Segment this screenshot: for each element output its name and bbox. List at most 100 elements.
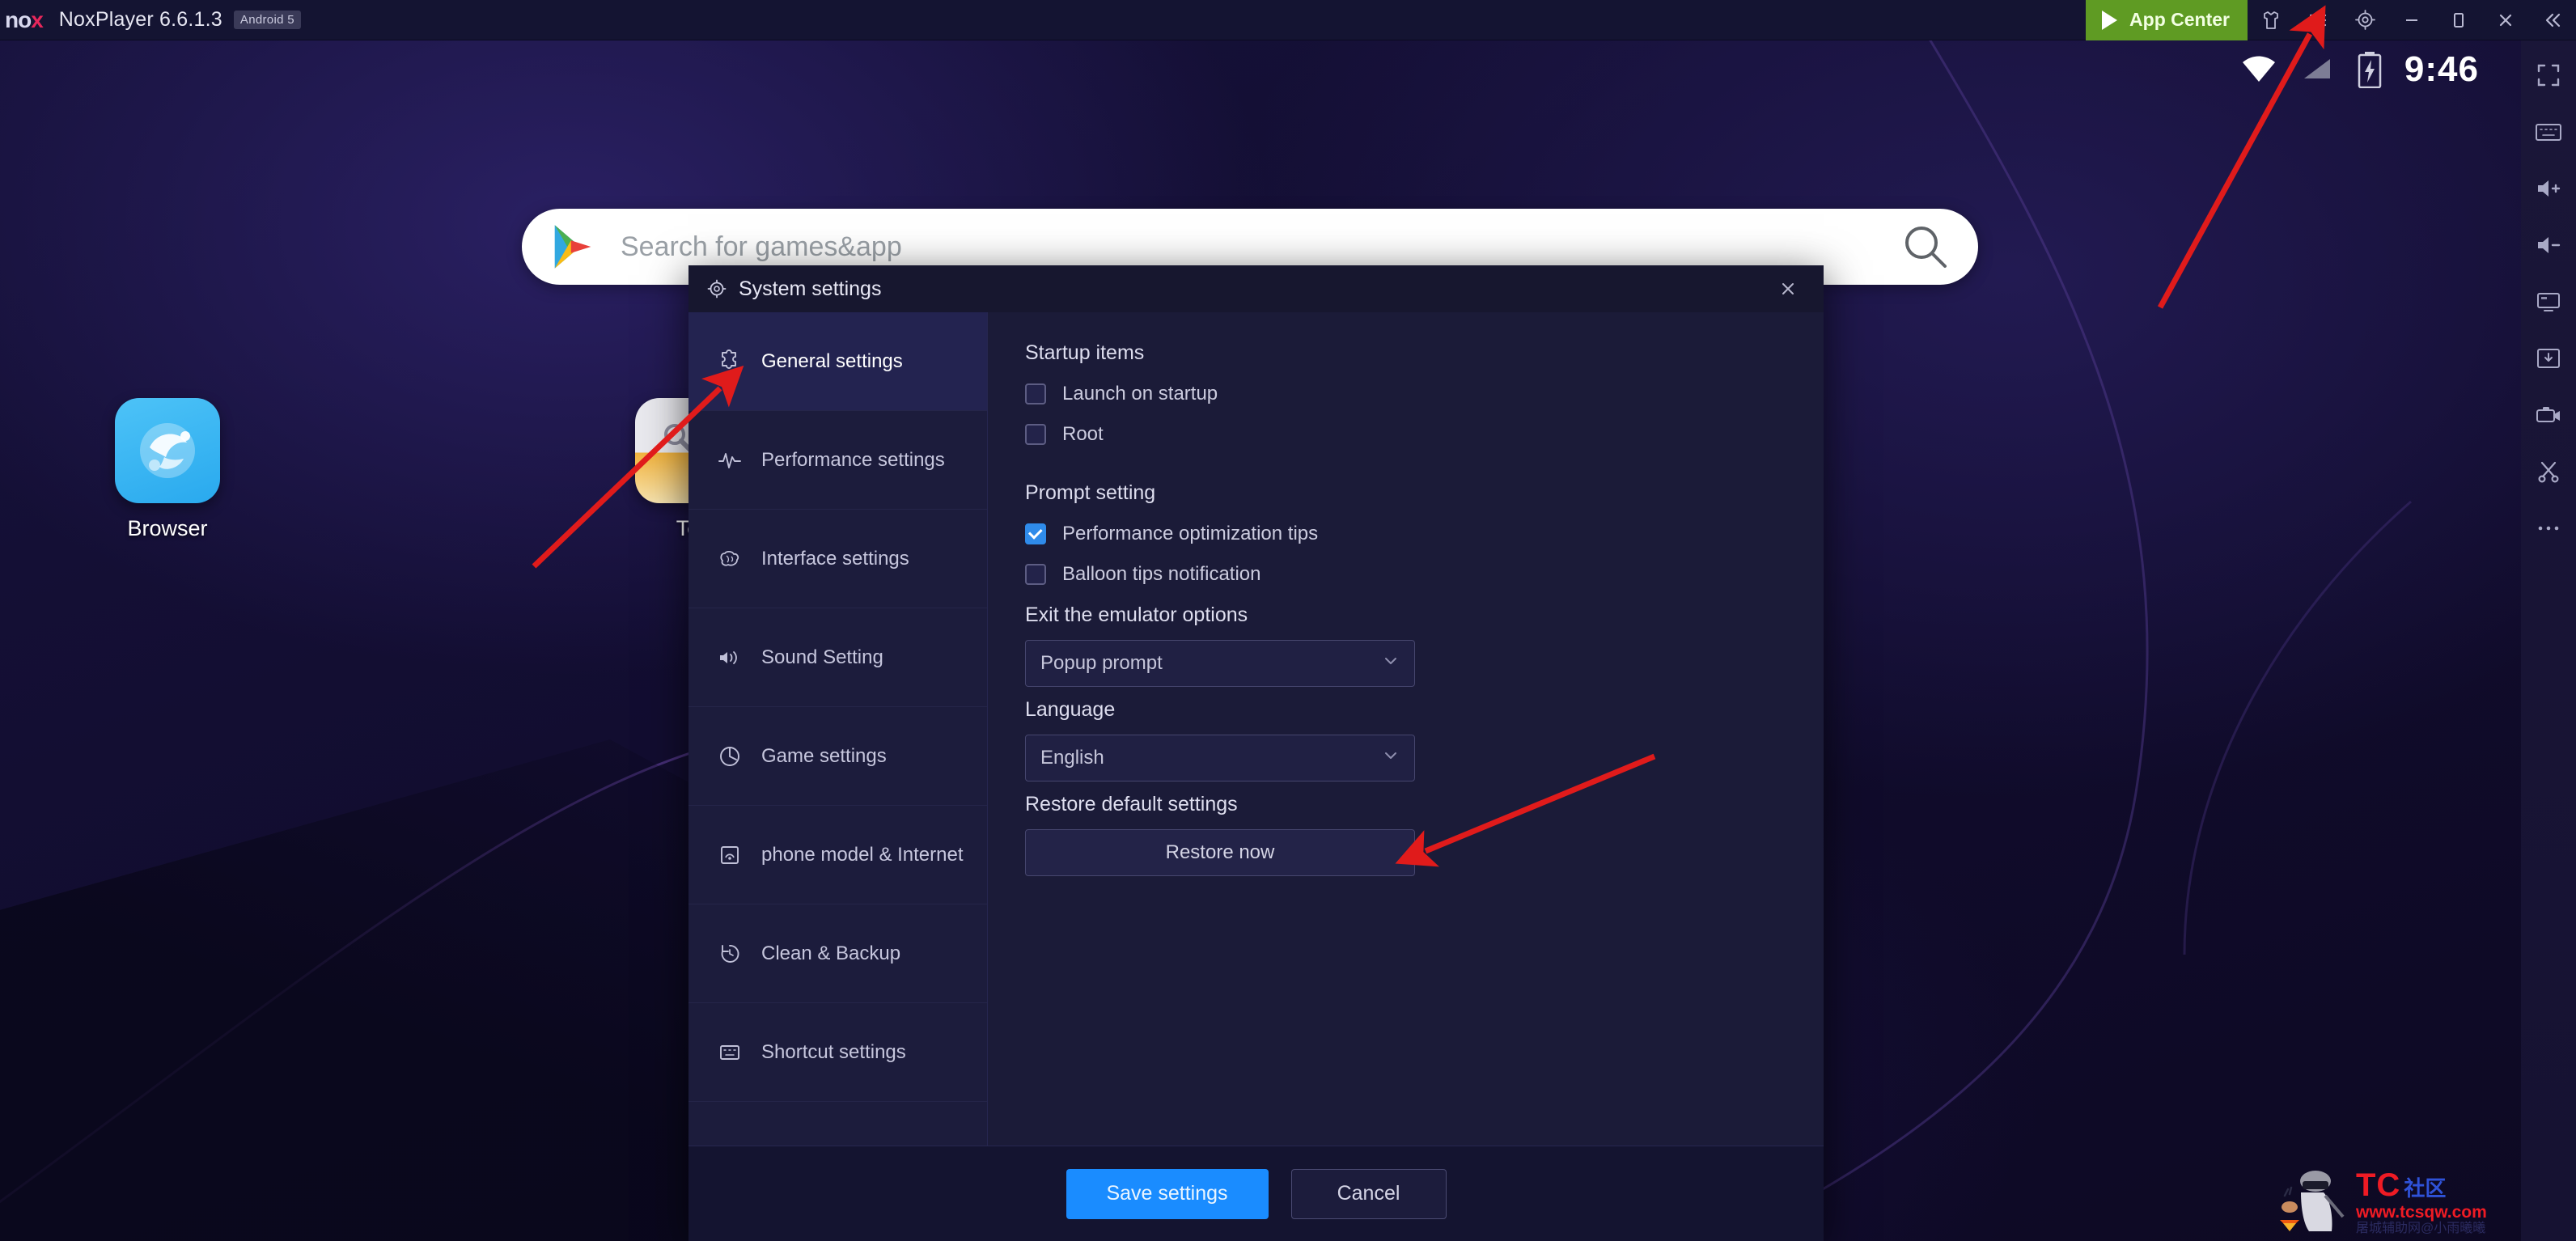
sound-wave-icon [716, 646, 744, 670]
menu-button[interactable] [2294, 0, 2341, 40]
video-record-icon[interactable] [2527, 396, 2570, 434]
volume-down-icon[interactable] [2527, 227, 2570, 264]
dialog-header: System settings [688, 265, 1824, 312]
fullscreen-icon[interactable] [2527, 57, 2570, 94]
sidebar-item-game-settings[interactable]: Game settings [688, 707, 987, 806]
close-icon [2499, 14, 2512, 26]
sidebar-item-label: Clean & Backup [761, 942, 901, 964]
system-settings-dialog: System settings General settings Perform… [688, 265, 1824, 1241]
keyboard-icon[interactable] [2527, 113, 2570, 150]
checkbox-label: Launch on startup [1062, 383, 1218, 404]
scissors-icon[interactable] [2527, 453, 2570, 490]
puzzle-icon [716, 349, 744, 374]
exit-options-value: Popup prompt [1040, 652, 1163, 674]
desktop-icon-browser[interactable]: Browser [74, 398, 261, 541]
maximize-button[interactable] [2435, 0, 2482, 40]
dialog-close-button[interactable] [1770, 271, 1806, 307]
wifi-icon [2242, 56, 2275, 82]
nox-logo: nox [5, 6, 44, 32]
maximize-icon [2454, 12, 2464, 28]
watermark-tc: TC [2356, 1167, 2401, 1203]
gamepad-icon [716, 744, 744, 769]
exit-options-label: Exit the emulator options [1025, 604, 1248, 626]
window-title-bar: nox NoxPlayer 6.6.1.3 Android 5 App Cent… [0, 0, 2576, 40]
prompt-setting-title: Prompt setting [1025, 481, 1156, 504]
search-input[interactable]: Search for games&app [621, 231, 1900, 263]
shirt-icon [2264, 11, 2278, 29]
restore-default-label: Restore default settings [1025, 793, 1238, 815]
hamburger-menu-icon [2309, 14, 2327, 26]
app-center-button[interactable]: App Center [2086, 0, 2248, 40]
startup-items-title: Startup items [1025, 341, 1145, 364]
collapse-button[interactable] [2529, 0, 2576, 40]
sidebar-item-interface-settings[interactable]: Interface settings [688, 510, 987, 608]
restore-now-button[interactable]: Restore now [1025, 829, 1415, 876]
dialog-title: System settings [739, 277, 882, 300]
sidebar-item-performance-settings[interactable]: Performance settings [688, 411, 987, 510]
checkbox-root[interactable]: Root [1025, 423, 1786, 446]
android-version-badge: Android 5 [233, 11, 301, 29]
checkbox-box[interactable] [1025, 523, 1046, 544]
minimize-button[interactable] [2388, 0, 2435, 40]
checkbox-performance-optimization-tips[interactable]: Performance optimization tips [1025, 523, 1786, 545]
sidebar-item-sound-setting[interactable]: Sound Setting [688, 608, 987, 707]
chevron-down-icon [1382, 652, 1400, 676]
skin-button[interactable] [2248, 0, 2294, 40]
sidebar-item-general-settings[interactable]: General settings [688, 312, 987, 411]
sidebar-item-label: Game settings [761, 744, 887, 767]
settings-sidebar: General settings Performance settings In… [688, 312, 988, 1146]
app-title: NoxPlayer 6.6.1.3 [58, 8, 222, 31]
close-button[interactable] [2482, 0, 2529, 40]
dialog-body: General settings Performance settings In… [688, 312, 1824, 1146]
close-icon [1782, 283, 1794, 294]
checkbox-label: Balloon tips notification [1062, 563, 1261, 585]
keyboard-shortcut-icon [716, 1040, 744, 1065]
play-icon [2102, 10, 2118, 30]
signal-icon [2303, 59, 2330, 78]
desktop-icon-label: Browser [127, 516, 208, 540]
phone-icon [716, 843, 744, 867]
gear-icon [2354, 10, 2375, 30]
watermark-url: www.tcsqw.com [2356, 1203, 2487, 1222]
browser-icon [115, 398, 220, 503]
sidebar-item-phone-model-internet[interactable]: phone model & Internet [688, 806, 987, 904]
minimize-icon [2406, 19, 2417, 21]
save-settings-button[interactable]: Save settings [1066, 1168, 1269, 1219]
checkbox-box[interactable] [1025, 424, 1046, 445]
apk-install-icon[interactable] [2527, 340, 2570, 377]
checkbox-launch-on-startup[interactable]: Launch on startup [1025, 383, 1786, 405]
language-label: Language [1025, 698, 1116, 721]
watermark-sub: 屠城辅助网@小雨曦曦 [2356, 1222, 2486, 1235]
checkbox-box[interactable] [1025, 383, 1046, 404]
checkbox-box[interactable] [1025, 564, 1046, 585]
dialog-footer: Save settings Cancel [688, 1146, 1824, 1241]
sidebar-item-label: Sound Setting [761, 646, 883, 668]
screenshot-icon[interactable] [2527, 283, 2570, 320]
double-chevron-left-icon [2545, 13, 2561, 27]
cancel-button[interactable]: Cancel [1290, 1168, 1447, 1219]
right-tool-column [2521, 40, 2576, 1241]
language-select[interactable]: English [1025, 735, 1415, 781]
watermark-cn: 社区 [2404, 1176, 2447, 1201]
sidebar-item-label: General settings [761, 349, 903, 372]
sidebar-item-shortcut-settings[interactable]: Shortcut settings [688, 1003, 987, 1102]
watermark-title: TC 社区 [2356, 1169, 2487, 1201]
volume-up-icon[interactable] [2527, 170, 2570, 207]
more-icon[interactable] [2527, 510, 2570, 547]
noxplayer-window: nox NoxPlayer 6.6.1.3 Android 5 App Cent… [0, 0, 2576, 1241]
sidebar-item-label: Performance settings [761, 448, 945, 471]
chevron-down-icon [1382, 747, 1400, 770]
settings-panel: Startup items Launch on startup Root Pro… [988, 312, 1824, 1146]
checkbox-balloon-tips-notification[interactable]: Balloon tips notification [1025, 563, 1786, 586]
sidebar-item-label: Shortcut settings [761, 1040, 906, 1063]
app-center-label: App Center [2129, 9, 2230, 30]
settings-button[interactable] [2341, 0, 2388, 40]
exit-options-select[interactable]: Popup prompt [1025, 640, 1415, 687]
title-bar-controls: App Center [2086, 0, 2576, 40]
magnifier-icon[interactable] [1900, 222, 1951, 272]
activity-pulse-icon [716, 448, 744, 472]
sidebar-item-clean-backup[interactable]: Clean & Backup [688, 904, 987, 1003]
gear-icon [707, 279, 727, 299]
android-status-bar: 9:46 [2239, 37, 2479, 102]
